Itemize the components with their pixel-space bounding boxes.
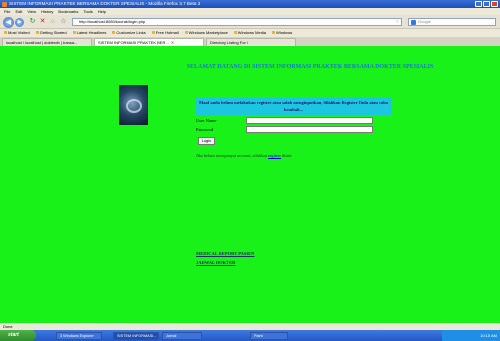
menu-history[interactable]: History	[41, 8, 53, 15]
home-icon[interactable]: ⌂	[48, 18, 57, 26]
tab-sistem-informasi[interactable]: SISTEM INFORMASI PRAKTEK BER... ✕	[94, 38, 204, 46]
menu-bookmarks[interactable]: Bookmarks	[58, 8, 78, 15]
bookmark-windows-media[interactable]: Windows Media	[234, 29, 266, 37]
google-icon	[411, 20, 416, 25]
tab-label: Directory Listing For /	[210, 40, 249, 45]
menu-tools[interactable]: Tools	[83, 8, 92, 15]
error-notice: Maaf anda belum melakukan register atau …	[196, 98, 391, 115]
bookmarks-toolbar: Most Visited Getting Started Latest Head…	[0, 29, 500, 37]
clock: 10:15 AM	[480, 333, 497, 338]
address-bar[interactable]: http://localhost:8080/koorak/login.php	[72, 18, 402, 26]
password-input[interactable]	[246, 126, 373, 133]
window-title: SISTEM INFORMASI PRAKTEK BERSAMA DOKTER …	[9, 1, 201, 6]
menu-file[interactable]: File	[4, 8, 10, 15]
close-button[interactable]	[491, 1, 498, 7]
tab-directory-listing[interactable]: Directory Listing For /	[206, 38, 296, 46]
taskbar: start 3 Windows Explorer SISTEM INFORMAS…	[0, 330, 500, 341]
reload-icon[interactable]: ↻	[28, 18, 37, 26]
bookmark-star-icon[interactable]: ☆	[395, 18, 399, 26]
stethoscope-image	[119, 85, 148, 125]
status-bar: Done	[0, 323, 500, 330]
menu-help[interactable]: Help	[98, 8, 106, 15]
tab-phpmyadmin[interactable]: localhost / localhost | dokterdb | trans…	[2, 38, 92, 46]
system-tray: 10:15 AM	[442, 330, 500, 341]
bookmark-latest-headlines[interactable]: Latest Headlines	[73, 29, 107, 37]
back-icon[interactable]: ◀	[3, 17, 14, 28]
register-prefix: Jika belum mempunyai account, silahkan	[196, 153, 267, 158]
stop-icon[interactable]: ✕	[38, 18, 47, 26]
menu-view[interactable]: View	[27, 8, 36, 15]
stethoscope-icon	[126, 99, 142, 113]
search-input[interactable]: Google	[408, 18, 496, 26]
bookmark-most-visited[interactable]: Most Visited	[4, 29, 30, 37]
minimize-button[interactable]	[475, 1, 482, 7]
page-content	[0, 46, 500, 323]
start-button[interactable]: start	[0, 330, 36, 341]
login-button[interactable]: Login	[198, 137, 215, 145]
page-title: SELAMAT DATANG DI SISTEM INFORMASI PRAKT…	[186, 64, 434, 70]
bookmark-free-hotmail[interactable]: Free Hotmail	[152, 29, 179, 37]
register-suffix: disini	[282, 153, 292, 158]
taskbar-item-jurnal[interactable]: Jurnal	[162, 331, 202, 340]
doctor-schedule-link[interactable]: JADWAL DOKTER	[196, 260, 235, 265]
window-titlebar: SISTEM INFORMASI PRAKTEK BERSAMA DOKTER …	[0, 0, 500, 8]
tab-close-icon[interactable]: ✕	[171, 40, 174, 45]
bookmark-getting-started[interactable]: Getting Started	[36, 29, 67, 37]
tab-strip: localhost / localhost | dokterdb | trans…	[0, 37, 500, 46]
register-link[interactable]: register	[268, 153, 281, 158]
tab-label: localhost / localhost | dokterdb | trans…	[6, 40, 78, 45]
search-placeholder: Google	[418, 19, 431, 24]
password-label: Password	[196, 127, 214, 132]
medical-report-link[interactable]: MEDICAL REPORT PASIEN	[196, 251, 254, 256]
forward-icon[interactable]: ▶	[15, 18, 24, 27]
bookmark-add-icon[interactable]: ☆	[59, 18, 68, 26]
username-label: User Name	[196, 118, 217, 123]
menu-bar: File Edit View History Bookmarks Tools H…	[0, 8, 500, 15]
firefox-icon	[2, 1, 7, 7]
window-controls	[475, 1, 498, 7]
bookmark-customize-links[interactable]: Customize Links	[112, 29, 145, 37]
navigation-toolbar: ◀ ▶ ↻ ✕ ⌂ ☆ http://localhost:8080/koorak…	[0, 15, 500, 29]
taskbar-item-paint[interactable]: Paint	[250, 331, 288, 340]
taskbar-item-firefox[interactable]: SISTEM INFORMASI...	[113, 331, 159, 340]
taskbar-item-explorer[interactable]: 3 Windows Explorer	[56, 331, 102, 340]
tab-label: SISTEM INFORMASI PRAKTEK BER...	[98, 40, 169, 45]
menu-edit[interactable]: Edit	[15, 8, 22, 15]
maximize-button[interactable]	[483, 1, 490, 7]
username-input[interactable]	[246, 117, 373, 124]
bookmark-windows-marketplace[interactable]: Windows Marketplace	[185, 29, 228, 37]
bookmark-windows[interactable]: Windows	[272, 29, 292, 37]
register-text: Jika belum mempunyai account, silahkan r…	[196, 153, 292, 158]
